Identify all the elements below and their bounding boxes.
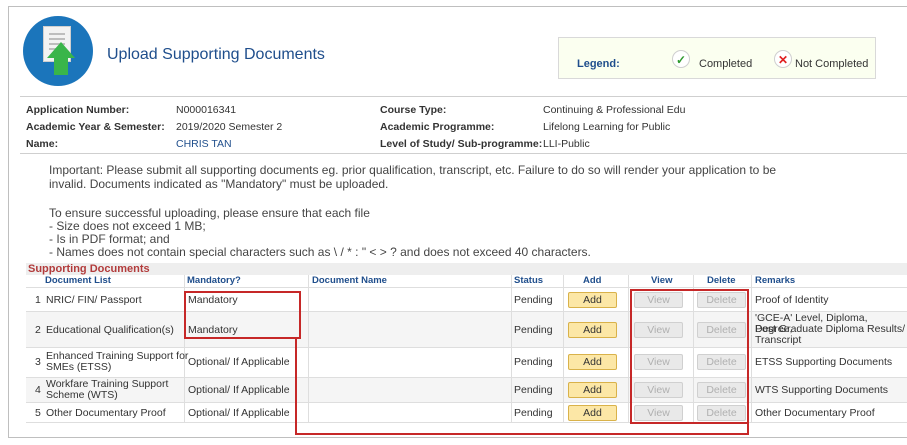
application-number: N000016341	[176, 104, 237, 116]
table-row-status: Pending	[514, 294, 553, 306]
rule-names: - Names does not contain special charact…	[49, 245, 591, 259]
column-header-document-name: Document Name	[312, 275, 387, 286]
legend-label: Legend:	[577, 58, 620, 70]
ensure-note: To ensure successful uploading, please e…	[49, 206, 370, 220]
upload-document-icon	[23, 16, 93, 86]
table-row-remarks: Proof of Identity	[755, 294, 829, 306]
important-note-line2: invalid. Documents indicated as "Mandato…	[49, 177, 389, 191]
course-type-label: Course Type:	[380, 104, 447, 116]
table-row-number: 1	[35, 294, 41, 306]
column-header-add: Add	[583, 275, 602, 286]
divider	[20, 153, 907, 154]
column-divider	[628, 275, 629, 422]
page-title: Upload Supporting Documents	[107, 46, 325, 63]
column-header-document-list: Document List	[45, 275, 111, 286]
highlight-connector	[295, 339, 297, 435]
cross-icon: ✕	[774, 50, 792, 68]
mandatory-highlight-box	[184, 291, 301, 339]
table-row-number: 5	[35, 407, 41, 419]
table-row-number: 2	[35, 324, 41, 336]
column-header-remarks: Remarks	[755, 275, 796, 286]
table-row-mandatory: Optional/ If Applicable	[188, 356, 290, 368]
row-divider	[26, 287, 907, 288]
column-header-status: Status	[514, 275, 544, 286]
table-row-document: Scheme (WTS)	[46, 389, 118, 401]
column-header-mandatory: Mandatory?	[187, 275, 241, 286]
checkmark-icon: ✓	[672, 50, 690, 68]
row-divider	[26, 347, 907, 348]
legend-box: Legend: ✓ Completed ✕ Not Completed	[558, 37, 876, 79]
add-button[interactable]: Add	[568, 405, 617, 421]
add-button[interactable]: Add	[568, 354, 617, 370]
supporting-documents-header: Supporting Documents	[26, 263, 907, 275]
column-header-delete: Delete	[707, 275, 736, 286]
table-row-document: Educational Qualification(s)	[46, 324, 174, 336]
academic-year-label: Academic Year & Semester:	[26, 121, 165, 133]
important-note-line1: Important: Please submit all supporting …	[49, 163, 777, 177]
column-header-view: View	[651, 275, 673, 286]
legend-completed: Completed	[699, 58, 753, 70]
column-divider	[563, 275, 564, 422]
row-divider	[26, 422, 907, 423]
table-row-remarks: Transcript	[755, 334, 802, 346]
column-divider	[308, 275, 309, 422]
column-divider	[751, 275, 752, 422]
divider	[20, 96, 907, 97]
table-row-document: SMEs (ETSS)	[46, 361, 112, 373]
name-label: Name:	[26, 138, 59, 150]
highlight-connector	[747, 424, 749, 435]
table-row-number: 3	[35, 356, 41, 368]
table-row-remarks: WTS Supporting Documents	[755, 384, 889, 396]
academic-programme-label: Academic Programme:	[380, 121, 495, 133]
academic-year: 2019/2020 Semester 2	[176, 121, 283, 133]
add-button[interactable]: Add	[568, 292, 617, 308]
academic-programme: Lifelong Learning for Public	[543, 121, 671, 133]
rule-size: - Size does not exceed 1 MB;	[49, 219, 206, 233]
applicant-name: CHRIS TAN	[176, 138, 232, 150]
table-row-status: Pending	[514, 384, 553, 396]
course-type: Continuing & Professional Edu	[543, 104, 686, 116]
row-divider	[26, 402, 907, 403]
application-number-label: Application Number:	[26, 104, 130, 116]
column-divider	[511, 275, 512, 422]
legend-not-completed: Not Completed	[795, 58, 869, 70]
view-delete-highlight-box	[630, 289, 749, 424]
table-row-remarks: Other Documentary Proof	[755, 407, 875, 419]
add-button[interactable]: Add	[568, 322, 617, 338]
table-row-mandatory: Optional/ If Applicable	[188, 384, 290, 396]
table-row-status: Pending	[514, 324, 553, 336]
table-row-document: Other Documentary Proof	[46, 407, 166, 419]
highlight-connector	[295, 433, 749, 435]
table-row-document: NRIC/ FIN/ Passport	[46, 294, 142, 306]
table-row-remarks: ETSS Supporting Documents	[755, 356, 893, 368]
level-of-study: LLI-Public	[543, 138, 590, 150]
level-label: Level of Study/ Sub-programme:	[380, 138, 543, 150]
rule-format: - Is in PDF format; and	[49, 232, 170, 246]
table-row-number: 4	[35, 384, 41, 396]
add-button[interactable]: Add	[568, 382, 617, 398]
table-row-status: Pending	[514, 407, 553, 419]
table-row-status: Pending	[514, 356, 553, 368]
table-row-mandatory: Optional/ If Applicable	[188, 407, 290, 419]
